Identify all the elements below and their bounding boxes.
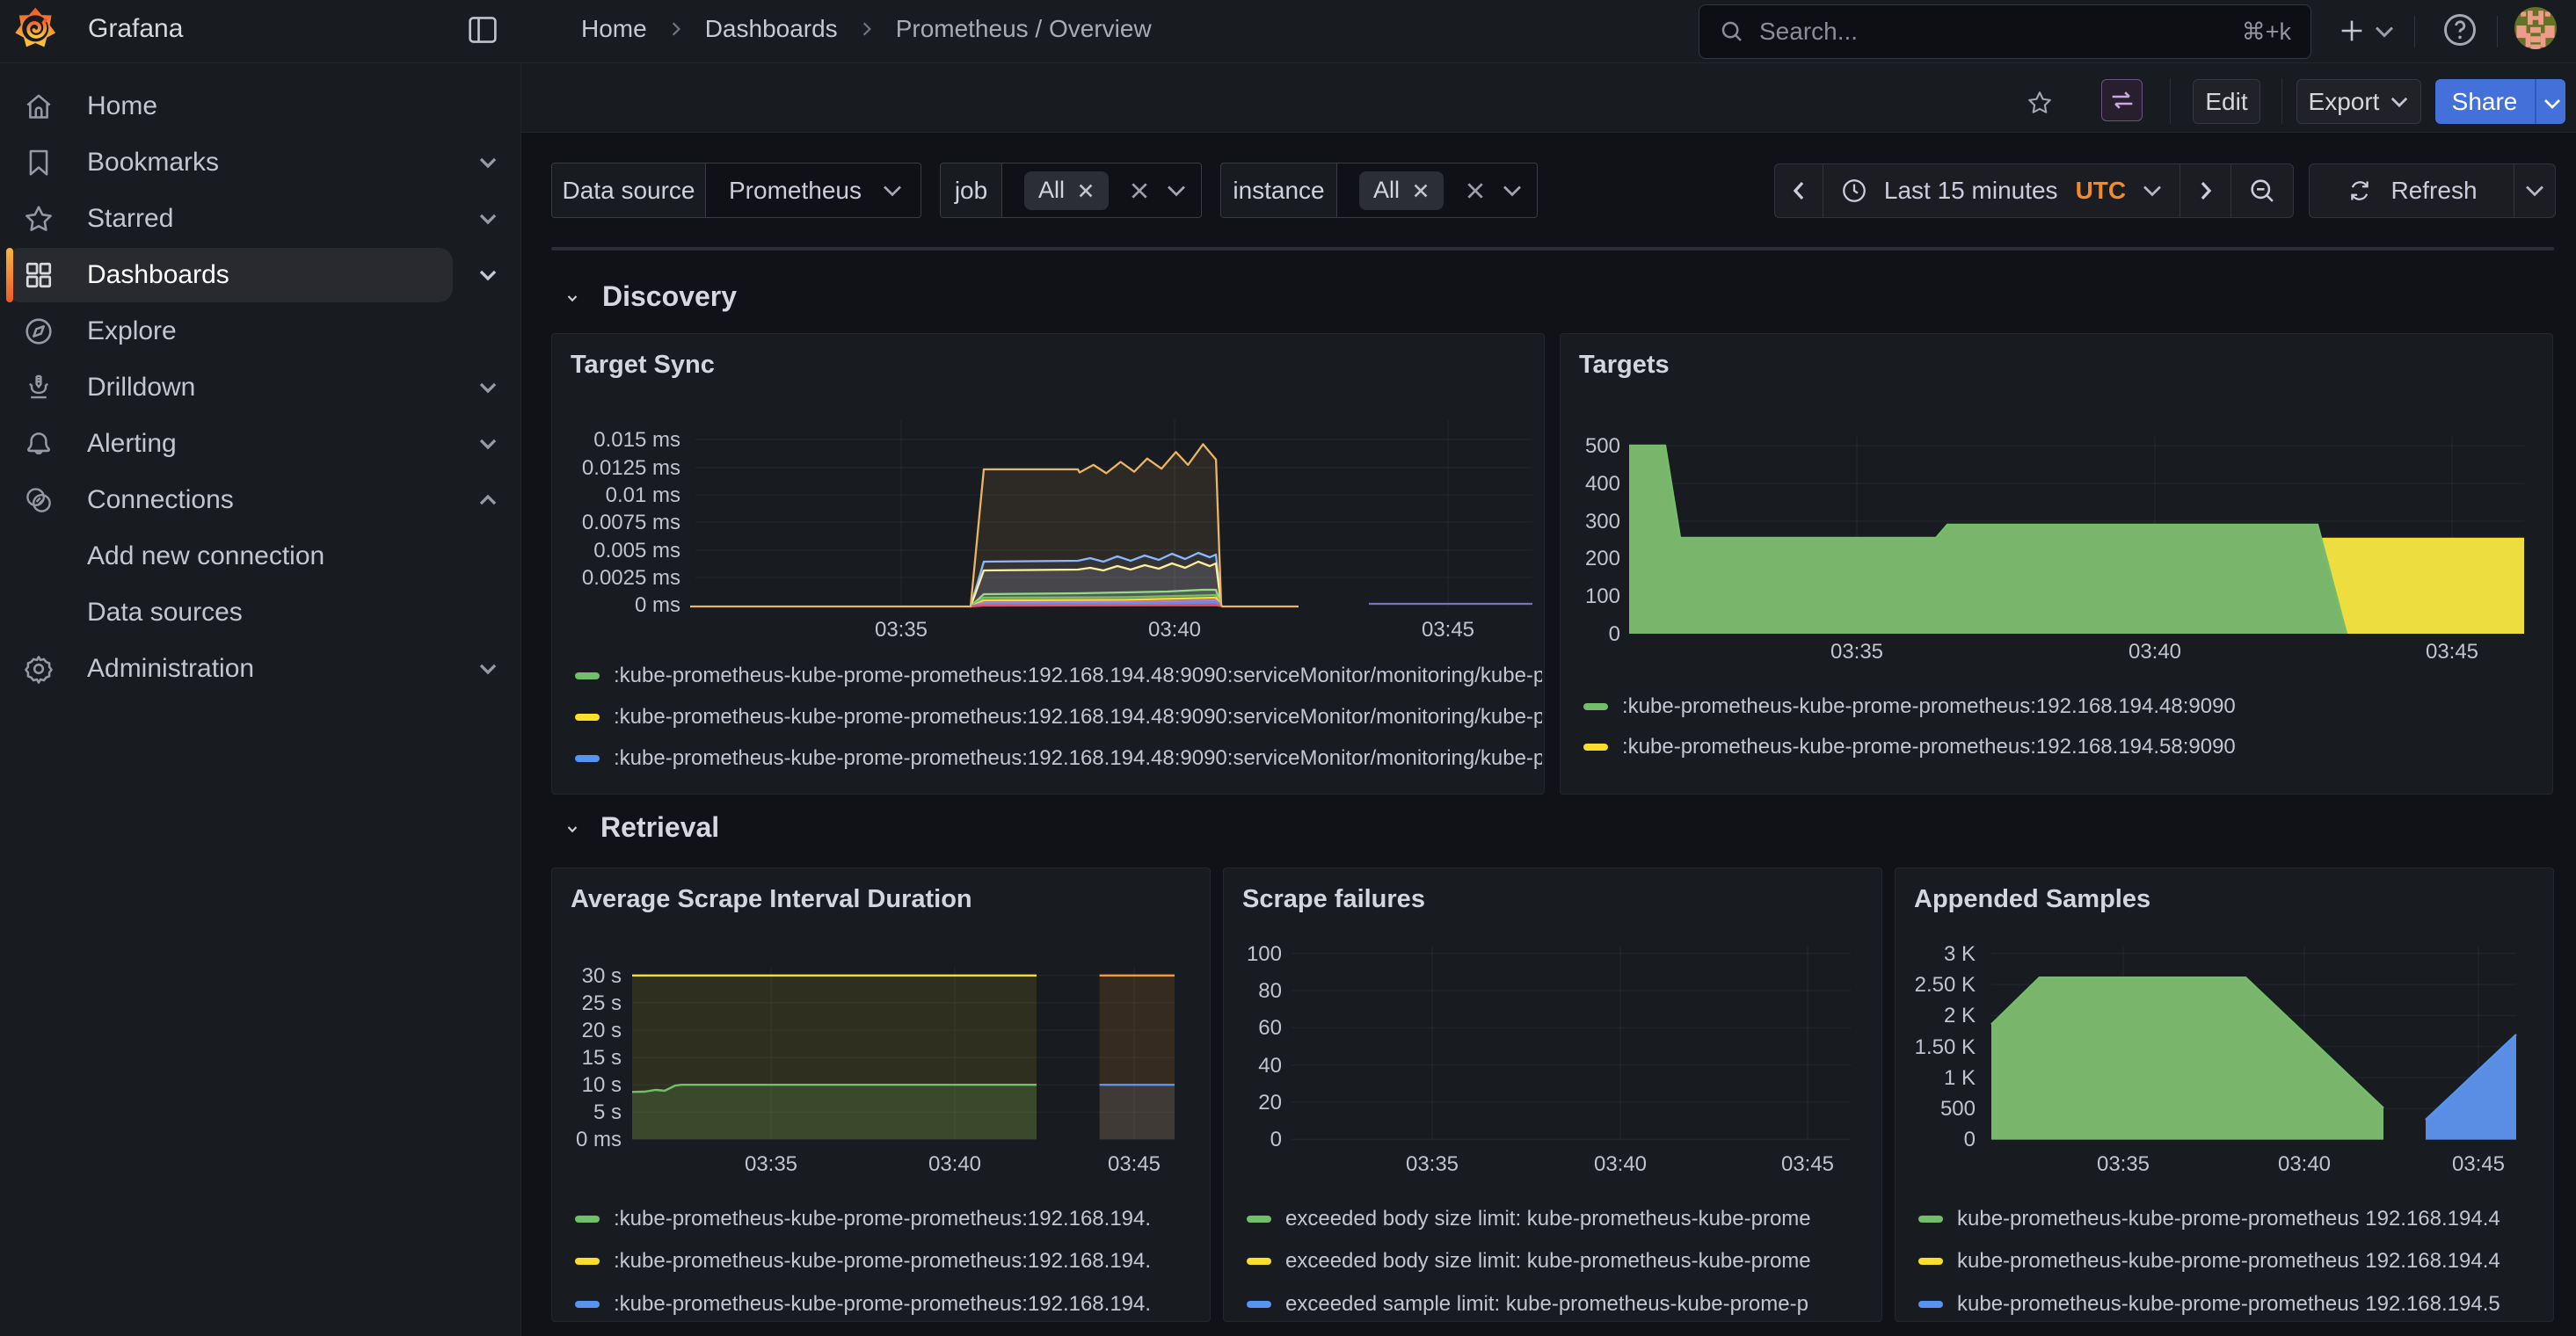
svg-text:03:45: 03:45 [1422,618,1474,642]
svg-text:10 s: 10 s [582,1073,622,1097]
svg-text:300: 300 [1585,510,1620,534]
svg-text:5 s: 5 s [593,1100,622,1124]
svg-text:03:45: 03:45 [1108,1152,1161,1176]
svg-text:0.0075 ms: 0.0075 ms [582,511,680,534]
svg-text:03:35: 03:35 [1830,640,1883,664]
svg-text:0: 0 [1270,1128,1282,1151]
svg-text:15 s: 15 s [582,1046,622,1070]
svg-text:03:45: 03:45 [1781,1152,1834,1176]
svg-text:80: 80 [1258,979,1282,1003]
svg-text:0.005 ms: 0.005 ms [593,539,680,563]
svg-text:0.0125 ms: 0.0125 ms [582,456,680,480]
svg-text:03:45: 03:45 [2426,640,2478,664]
svg-text:400: 400 [1585,472,1620,496]
svg-text:1 K: 1 K [1944,1066,1976,1090]
svg-text:100: 100 [1247,942,1282,966]
svg-text:0: 0 [1609,622,1620,646]
svg-text:30 s: 30 s [582,964,622,988]
svg-text:2 K: 2 K [1944,1004,1976,1027]
svg-text:03:40: 03:40 [1148,618,1201,642]
svg-text:03:40: 03:40 [2278,1152,2331,1176]
svg-text:0 ms: 0 ms [635,593,680,617]
svg-text:500: 500 [1585,434,1620,458]
svg-text:20 s: 20 s [582,1019,622,1042]
svg-text:60: 60 [1258,1016,1282,1040]
svg-text:0 ms: 0 ms [576,1128,622,1151]
svg-text:03:45: 03:45 [2452,1152,2505,1176]
svg-text:0.01 ms: 0.01 ms [606,483,680,507]
svg-text:2.50 K: 2.50 K [1915,973,1976,997]
svg-text:3 K: 3 K [1944,942,1976,966]
svg-text:200: 200 [1585,547,1620,570]
svg-text:40: 40 [1258,1054,1282,1078]
svg-text:03:40: 03:40 [1594,1152,1647,1176]
svg-text:03:35: 03:35 [1406,1152,1459,1176]
svg-text:03:40: 03:40 [2128,640,2181,664]
svg-text:03:35: 03:35 [2097,1152,2150,1176]
svg-text:1.50 K: 1.50 K [1915,1035,1976,1059]
svg-text:100: 100 [1585,584,1620,608]
svg-text:03:35: 03:35 [875,618,928,642]
svg-text:25 s: 25 s [582,991,622,1015]
svg-text:20: 20 [1258,1091,1282,1115]
svg-text:0: 0 [1964,1128,1976,1151]
svg-text:0.015 ms: 0.015 ms [593,428,680,452]
svg-text:0.0025 ms: 0.0025 ms [582,566,680,590]
svg-text:03:40: 03:40 [928,1152,981,1176]
svg-text:500: 500 [1940,1097,1976,1121]
svg-text:03:35: 03:35 [745,1152,797,1176]
